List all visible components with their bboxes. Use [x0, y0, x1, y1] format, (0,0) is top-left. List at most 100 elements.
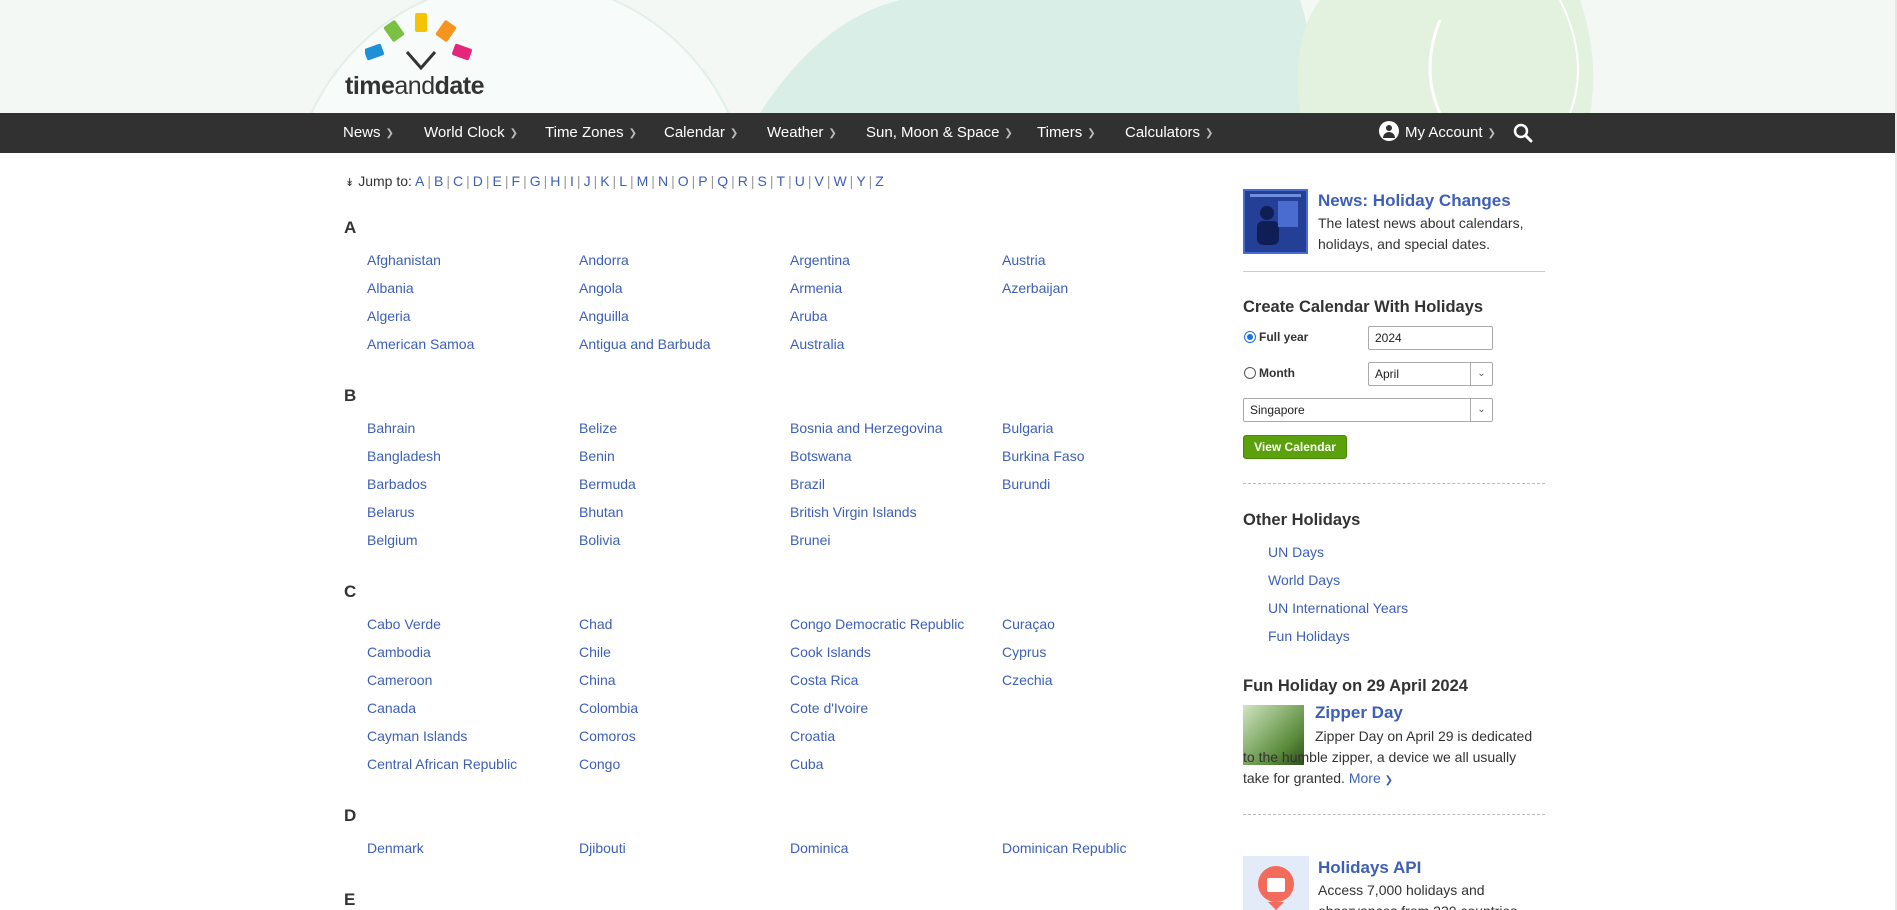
jump-letter-z[interactable]: Z: [875, 173, 884, 189]
country-link[interactable]: Chile: [579, 644, 611, 660]
country-link[interactable]: Azerbaijan: [1002, 280, 1068, 296]
nav-sun-moon-space[interactable]: Sun, Moon & Space ❯: [866, 113, 1013, 153]
nav-time-zones[interactable]: Time Zones ❯: [545, 113, 637, 153]
country-link[interactable]: Comoros: [579, 728, 636, 744]
site-logo[interactable]: timeanddate: [345, 10, 505, 105]
jump-letter-i[interactable]: I: [570, 173, 574, 189]
country-link[interactable]: Belgium: [367, 532, 418, 548]
country-link[interactable]: Colombia: [579, 700, 638, 716]
nav-calculators[interactable]: Calculators ❯: [1125, 113, 1213, 153]
month-select[interactable]: April ⌄: [1368, 362, 1493, 386]
country-link[interactable]: Bahrain: [367, 420, 415, 436]
jump-letter-n[interactable]: N: [658, 173, 668, 189]
nav-my-account[interactable]: My Account ❯: [1379, 113, 1496, 153]
country-link[interactable]: Cuba: [790, 756, 823, 772]
zipper-day-link[interactable]: Zipper Day: [1315, 703, 1403, 723]
country-link[interactable]: Belize: [579, 420, 617, 436]
jump-letter-d[interactable]: D: [473, 173, 483, 189]
country-link[interactable]: Armenia: [790, 280, 842, 296]
search-icon[interactable]: [1513, 123, 1533, 143]
country-link[interactable]: China: [579, 672, 616, 688]
country-link[interactable]: Burkina Faso: [1002, 448, 1084, 464]
jump-letter-o[interactable]: O: [678, 173, 689, 189]
nav-calendar[interactable]: Calendar ❯: [664, 113, 738, 153]
country-link[interactable]: Bermuda: [579, 476, 636, 492]
country-link[interactable]: Cyprus: [1002, 644, 1046, 660]
country-link[interactable]: Croatia: [790, 728, 835, 744]
country-link[interactable]: Botswana: [790, 448, 851, 464]
world-days-link[interactable]: World Days: [1268, 572, 1340, 588]
jump-letter-f[interactable]: F: [512, 173, 521, 189]
news-holiday-changes-link[interactable]: News: Holiday Changes: [1318, 191, 1511, 211]
country-link[interactable]: Cameroon: [367, 672, 432, 688]
country-link[interactable]: Bosnia and Herzegovina: [790, 420, 943, 436]
country-link[interactable]: Djibouti: [579, 840, 626, 856]
country-link[interactable]: Algeria: [367, 308, 411, 324]
holidays-api-thumbnail[interactable]: [1243, 856, 1309, 910]
country-link[interactable]: Afghanistan: [367, 252, 441, 268]
jump-letter-v[interactable]: V: [814, 173, 823, 189]
country-link[interactable]: Costa Rica: [790, 672, 858, 688]
country-link[interactable]: Albania: [367, 280, 414, 296]
country-link[interactable]: Denmark: [367, 840, 424, 856]
jump-letter-m[interactable]: M: [637, 173, 649, 189]
country-link[interactable]: Angola: [579, 280, 623, 296]
country-link[interactable]: Canada: [367, 700, 416, 716]
country-link[interactable]: Bhutan: [579, 504, 623, 520]
country-link[interactable]: Andorra: [579, 252, 629, 268]
country-link[interactable]: Bangladesh: [367, 448, 441, 464]
country-link[interactable]: Cambodia: [367, 644, 431, 660]
jump-letter-g[interactable]: G: [530, 173, 541, 189]
jump-letter-k[interactable]: K: [600, 173, 609, 189]
country-link[interactable]: Congo: [579, 756, 620, 772]
country-link[interactable]: Curaçao: [1002, 616, 1055, 632]
nav-weather[interactable]: Weather ❯: [767, 113, 837, 153]
jump-letter-e[interactable]: E: [493, 173, 502, 189]
country-link[interactable]: American Samoa: [367, 336, 474, 352]
country-link[interactable]: Cook Islands: [790, 644, 871, 660]
un-days-link[interactable]: UN Days: [1268, 544, 1324, 560]
country-select[interactable]: Singapore ⌄: [1243, 398, 1493, 422]
jump-letter-h[interactable]: H: [550, 173, 560, 189]
country-link[interactable]: Aruba: [790, 308, 827, 324]
country-link[interactable]: Argentina: [790, 252, 850, 268]
country-link[interactable]: Bulgaria: [1002, 420, 1053, 436]
nav-world-clock[interactable]: World Clock ❯: [424, 113, 518, 153]
jump-letter-l[interactable]: L: [619, 173, 627, 189]
full-year-radio[interactable]: [1244, 331, 1256, 343]
country-link[interactable]: Austria: [1002, 252, 1046, 268]
country-link[interactable]: Dominican Republic: [1002, 840, 1127, 856]
zipper-day-more-link[interactable]: More ❯: [1349, 770, 1393, 786]
country-link[interactable]: Cabo Verde: [367, 616, 441, 632]
country-link[interactable]: Antigua and Barbuda: [579, 336, 711, 352]
country-link[interactable]: Central African Republic: [367, 756, 517, 772]
holidays-api-link[interactable]: Holidays API: [1318, 858, 1421, 878]
nav-news[interactable]: News ❯: [343, 113, 394, 153]
month-radio[interactable]: [1244, 367, 1256, 379]
country-link[interactable]: Barbados: [367, 476, 427, 492]
jump-letter-t[interactable]: T: [777, 173, 786, 189]
country-link[interactable]: Australia: [790, 336, 844, 352]
jump-letter-q[interactable]: Q: [717, 173, 728, 189]
country-link[interactable]: Dominica: [790, 840, 848, 856]
jump-letter-r[interactable]: R: [738, 173, 748, 189]
country-link[interactable]: Cayman Islands: [367, 728, 467, 744]
fun-holidays-link[interactable]: Fun Holidays: [1268, 628, 1350, 644]
jump-letter-a[interactable]: A: [415, 173, 424, 189]
country-link[interactable]: Brazil: [790, 476, 825, 492]
jump-letter-c[interactable]: C: [453, 173, 463, 189]
nav-timers[interactable]: Timers ❯: [1037, 113, 1096, 153]
view-calendar-button[interactable]: View Calendar: [1243, 435, 1347, 459]
jump-letter-w[interactable]: W: [833, 173, 846, 189]
country-link[interactable]: Brunei: [790, 532, 830, 548]
country-link[interactable]: Belarus: [367, 504, 414, 520]
country-link[interactable]: Burundi: [1002, 476, 1050, 492]
news-thumbnail[interactable]: [1243, 189, 1308, 254]
country-link[interactable]: Cote d'Ivoire: [790, 700, 868, 716]
un-international-years-link[interactable]: UN International Years: [1268, 600, 1408, 616]
jump-letter-s[interactable]: S: [758, 173, 767, 189]
country-link[interactable]: Czechia: [1002, 672, 1053, 688]
country-link[interactable]: Benin: [579, 448, 615, 464]
country-link[interactable]: Chad: [579, 616, 612, 632]
year-input[interactable]: 2024: [1368, 326, 1493, 350]
